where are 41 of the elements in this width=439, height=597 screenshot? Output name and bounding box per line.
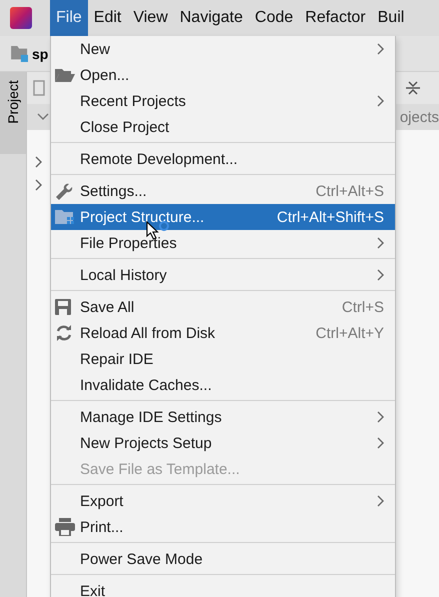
- menu-item[interactable]: Exit: [51, 578, 395, 597]
- menu-item[interactable]: Close Project: [51, 114, 395, 140]
- folder-icon: [55, 209, 75, 225]
- menu-item[interactable]: Save All Ctrl+S: [51, 294, 395, 320]
- menu-item[interactable]: Print...: [51, 514, 395, 540]
- collapse-all-icon[interactable]: [405, 80, 421, 96]
- chevron-down-icon[interactable]: [37, 113, 49, 121]
- folder-icon: [11, 46, 29, 62]
- keyboard-shortcut: Ctrl+Alt+Shift+S: [276, 208, 384, 226]
- menu-item[interactable]: Manage IDE Settings: [51, 404, 395, 430]
- menu-item[interactable]: Local History: [51, 262, 395, 288]
- wrench-icon: [55, 182, 73, 200]
- save-icon: [55, 299, 71, 315]
- menu-item[interactable]: Settings... Ctrl+Alt+S: [51, 178, 395, 204]
- menu-bar-item[interactable]: File: [50, 0, 88, 36]
- keyboard-shortcut: Ctrl+Alt+S: [316, 182, 384, 200]
- menu-item[interactable]: Invalidate Caches...: [51, 372, 395, 398]
- menu-bar-item[interactable]: Buil: [372, 0, 410, 36]
- menu-bar-item[interactable]: View: [127, 0, 174, 36]
- keyboard-shortcut: Ctrl+S: [342, 298, 384, 316]
- menu-item[interactable]: Repair IDE: [51, 346, 395, 372]
- reload-icon: [55, 324, 73, 342]
- menu-item[interactable]: Remote Development...: [51, 146, 395, 172]
- menu-bar-item[interactable]: Refactor: [299, 0, 372, 36]
- folder-icon: [55, 67, 75, 83]
- menu-item[interactable]: Project Structure... Ctrl+Alt+Shift+S: [51, 204, 395, 230]
- menu-item[interactable]: Export: [51, 488, 395, 514]
- printer-icon: [55, 518, 75, 536]
- menu-item[interactable]: Recent Projects: [51, 88, 395, 114]
- menu-bar-item[interactable]: Code: [248, 0, 300, 36]
- panel-header-text: ojects: [400, 108, 439, 126]
- menu-item[interactable]: New Projects Setup: [51, 430, 395, 456]
- menu-item[interactable]: Open...: [51, 62, 395, 88]
- keyboard-shortcut: Ctrl+Alt+Y: [316, 324, 384, 342]
- menu-item[interactable]: Reload All from Disk Ctrl+Alt+Y: [51, 320, 395, 346]
- menu-item[interactable]: New: [51, 36, 395, 62]
- project-name[interactable]: sp: [32, 46, 48, 62]
- menu-bar-item[interactable]: Edit: [88, 0, 128, 36]
- menu-item[interactable]: File Properties: [51, 230, 395, 256]
- menu-bar-item[interactable]: Navigate: [174, 0, 249, 36]
- menu-item[interactable]: Power Save Mode: [51, 546, 395, 572]
